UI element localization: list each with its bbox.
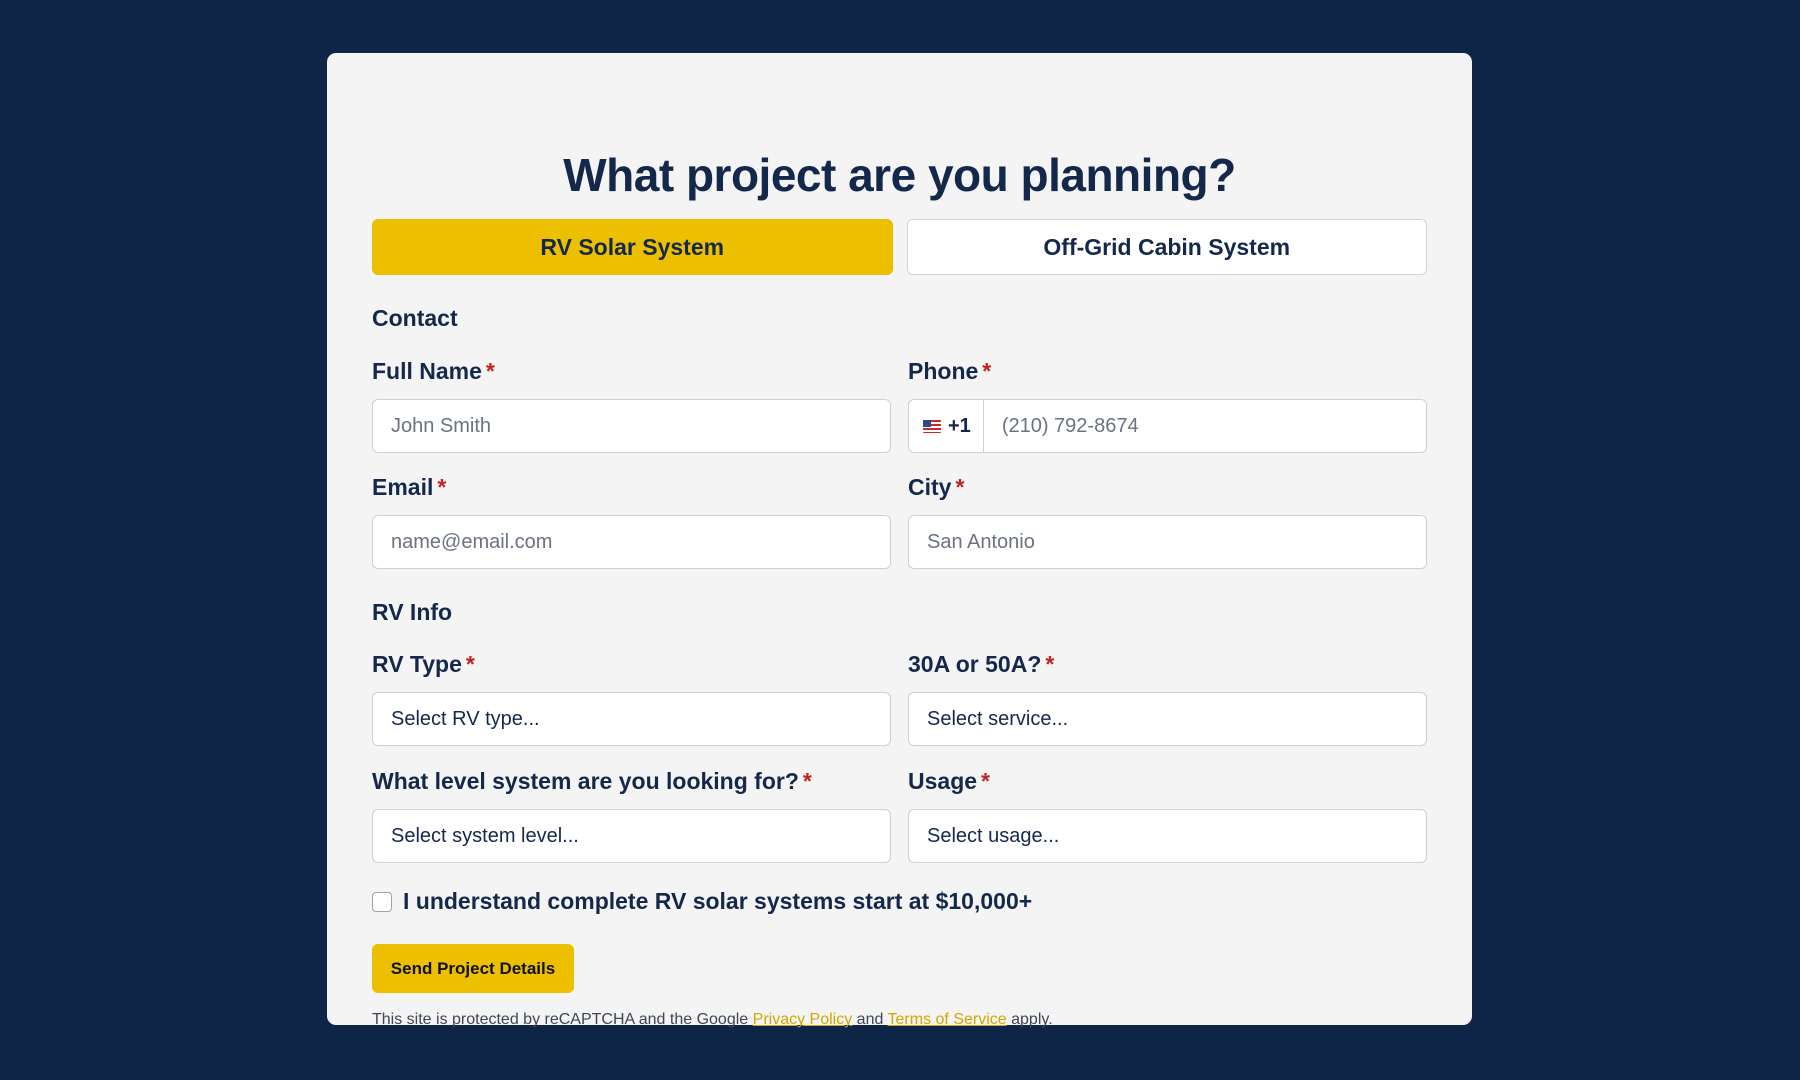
tab-rv-solar-system[interactable]: RV Solar System	[372, 219, 893, 275]
recaptcha-and: and	[856, 1011, 884, 1028]
rv-type-select-value: Select RV type...	[391, 707, 540, 730]
required-marker: *	[982, 358, 992, 384]
us-flag-icon	[923, 419, 941, 433]
email-label: Email *	[372, 474, 446, 501]
tab-off-grid-cabin-system[interactable]: Off-Grid Cabin System	[906, 219, 1427, 275]
city-label-text: City	[908, 474, 952, 500]
usage-select[interactable]: Select usage...	[908, 809, 1427, 863]
email-field	[372, 515, 891, 569]
full-name-input[interactable]	[373, 400, 890, 452]
rv-type-label: RV Type *	[372, 651, 475, 678]
phone-label-text: Phone	[908, 358, 979, 384]
service-select[interactable]: Select service...	[908, 692, 1427, 746]
country-code-selector[interactable]: +1	[909, 400, 984, 452]
acknowledge-checkbox[interactable]	[372, 891, 392, 912]
phone-label: Phone *	[908, 358, 991, 385]
required-marker: *	[485, 358, 495, 384]
system-level-select-value: Select system level...	[391, 824, 579, 847]
page-title: What project are you planning?	[563, 149, 1236, 201]
recaptcha-notice: This site is protected by reCAPTCHA and …	[372, 1011, 1053, 1029]
full-name-field	[372, 399, 891, 453]
rv-type-select[interactable]: Select RV type...	[372, 692, 891, 746]
full-name-label-text: Full Name	[372, 358, 482, 384]
phone-field: +1	[908, 399, 1427, 453]
country-code: +1	[948, 414, 971, 437]
required-marker: *	[1045, 651, 1055, 677]
system-level-label: What level system are you looking for? *	[372, 768, 812, 795]
acknowledge-row: I understand complete RV solar systems s…	[372, 888, 1032, 915]
usage-label: Usage *	[908, 768, 990, 795]
project-form-card: What project are you planning? RV Solar …	[327, 53, 1472, 1028]
privacy-policy-link[interactable]: Privacy Policy	[753, 1011, 853, 1028]
required-marker: *	[981, 768, 990, 794]
usage-label-text: Usage	[908, 768, 978, 794]
recaptcha-suffix: apply.	[1011, 1011, 1053, 1028]
required-marker: *	[802, 768, 812, 794]
phone-input[interactable]	[983, 400, 1426, 452]
rv-type-label-text: RV Type	[372, 651, 462, 677]
system-level-select[interactable]: Select system level...	[372, 809, 891, 863]
required-marker: *	[437, 474, 447, 500]
terms-of-service-link[interactable]: Terms of Service	[888, 1011, 1007, 1028]
email-input[interactable]	[373, 516, 890, 568]
full-name-label: Full Name *	[372, 358, 495, 385]
service-label-text: 30A or 50A?	[908, 651, 1042, 677]
contact-section-heading: Contact	[372, 305, 458, 331]
city-field	[908, 515, 1427, 569]
city-label: City *	[908, 474, 964, 501]
system-level-label-text: What level system are you looking for?	[372, 768, 799, 794]
project-type-tabs: RV Solar System Off-Grid Cabin System	[372, 219, 1427, 275]
service-label: 30A or 50A? *	[908, 651, 1054, 678]
service-select-value: Select service...	[927, 707, 1069, 730]
required-marker: *	[465, 651, 475, 677]
city-input[interactable]	[909, 516, 1426, 568]
acknowledge-label[interactable]: I understand complete RV solar systems s…	[403, 888, 1032, 915]
recaptcha-prefix: This site is protected by reCAPTCHA and …	[372, 1011, 749, 1028]
send-project-details-button[interactable]: Send Project Details	[372, 944, 574, 993]
email-label-text: Email	[372, 474, 434, 500]
rv-info-section-heading: RV Info	[372, 599, 453, 625]
usage-select-value: Select usage...	[927, 824, 1060, 847]
required-marker: *	[955, 474, 965, 500]
